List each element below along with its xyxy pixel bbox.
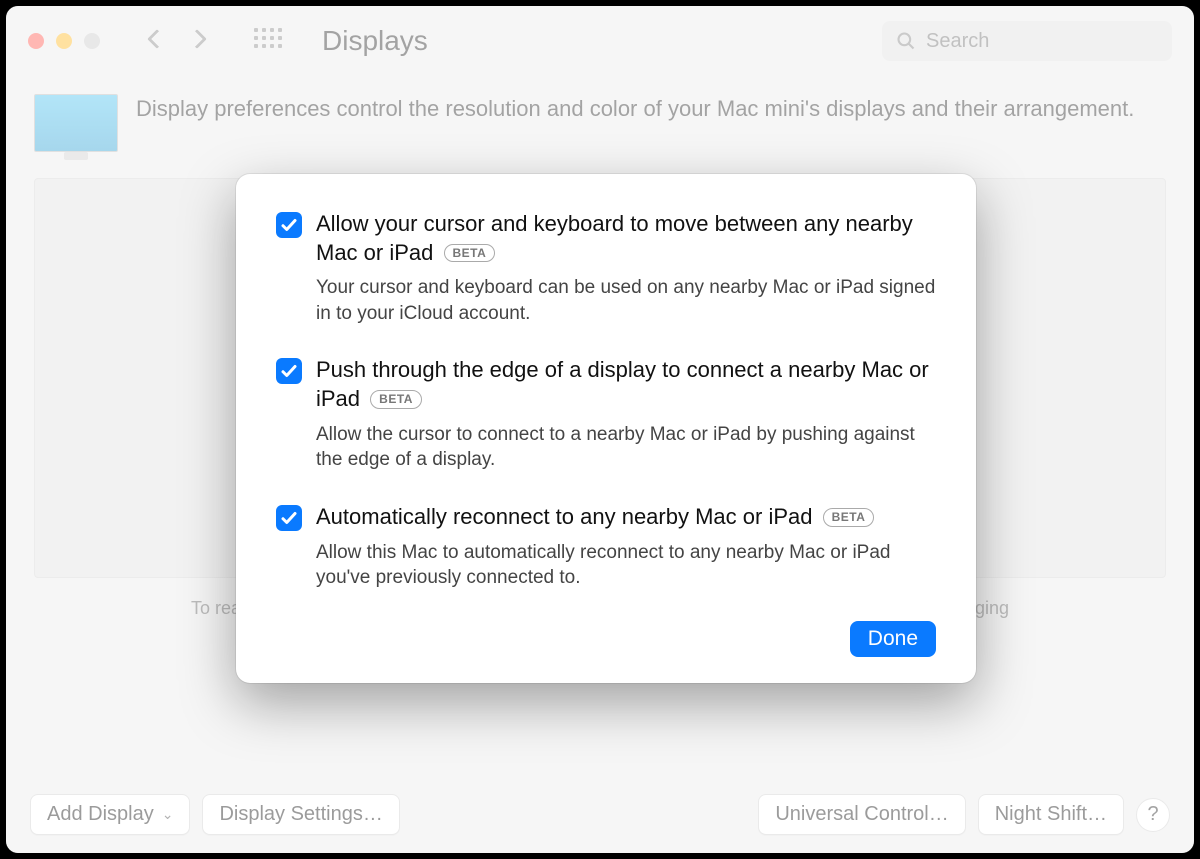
show-all-prefs-button[interactable]: [254, 28, 280, 54]
beta-badge: BETA: [370, 390, 422, 409]
option-description: Allow this Mac to automatically reconnec…: [316, 540, 936, 591]
forward-button[interactable]: [190, 32, 204, 51]
checkmark-icon: [280, 216, 298, 234]
option-description: Your cursor and keyboard can be used on …: [316, 275, 936, 326]
zoom-window-button[interactable]: [84, 33, 100, 49]
minimize-window-button[interactable]: [56, 33, 72, 49]
bottom-bar: Add Display ⌄ Display Settings… Universa…: [6, 794, 1194, 835]
option-title: Automatically reconnect to any nearby Ma…: [316, 503, 936, 532]
sheet-footer: Done: [276, 621, 936, 657]
toolbar: Displays: [6, 6, 1194, 76]
checkmark-icon: [280, 362, 298, 380]
add-display-button[interactable]: Add Display ⌄: [30, 794, 190, 835]
universal-control-sheet: Allow your cursor and keyboard to move b…: [236, 174, 976, 683]
description-text: Display preferences control the resoluti…: [136, 94, 1134, 124]
display-settings-button[interactable]: Display Settings…: [202, 794, 399, 835]
search-icon: [896, 31, 916, 51]
close-window-button[interactable]: [28, 33, 44, 49]
option-title-text: Automatically reconnect to any nearby Ma…: [316, 504, 812, 529]
option-title-text: Allow your cursor and keyboard to move b…: [316, 211, 913, 265]
done-button[interactable]: Done: [850, 621, 936, 657]
add-display-label: Add Display: [47, 803, 154, 826]
preferences-window: Displays Display preferences control the…: [6, 6, 1194, 853]
page-title: Displays: [322, 25, 428, 57]
option-title: Allow your cursor and keyboard to move b…: [316, 210, 936, 267]
night-shift-button[interactable]: Night Shift…: [978, 794, 1124, 835]
nav-controls: [150, 32, 204, 51]
checkbox-auto-reconnect[interactable]: [276, 505, 302, 531]
universal-control-button[interactable]: Universal Control…: [758, 794, 965, 835]
option-title: Push through the edge of a display to co…: [316, 356, 936, 413]
checkmark-icon: [280, 509, 298, 527]
option-push-through-edge: Push through the edge of a display to co…: [276, 356, 936, 472]
checkbox-push-through-edge[interactable]: [276, 358, 302, 384]
window-controls: [28, 33, 100, 49]
beta-badge: BETA: [823, 508, 875, 527]
option-description: Allow the cursor to connect to a nearby …: [316, 422, 936, 473]
chevron-down-icon: ⌄: [162, 806, 174, 823]
help-button[interactable]: ?: [1136, 798, 1170, 832]
option-allow-cursor-keyboard: Allow your cursor and keyboard to move b…: [276, 210, 936, 326]
search-input[interactable]: [926, 30, 1158, 53]
description-row: Display preferences control the resoluti…: [6, 76, 1194, 160]
search-field[interactable]: [882, 21, 1172, 61]
option-auto-reconnect: Automatically reconnect to any nearby Ma…: [276, 503, 936, 591]
night-shift-label: Night Shift…: [995, 803, 1107, 826]
display-thumbnail-icon: [34, 94, 118, 152]
back-button[interactable]: [150, 32, 164, 51]
checkbox-allow-cursor-keyboard[interactable]: [276, 212, 302, 238]
universal-control-label: Universal Control…: [775, 803, 948, 826]
beta-badge: BETA: [444, 244, 496, 263]
display-settings-label: Display Settings…: [219, 803, 382, 826]
